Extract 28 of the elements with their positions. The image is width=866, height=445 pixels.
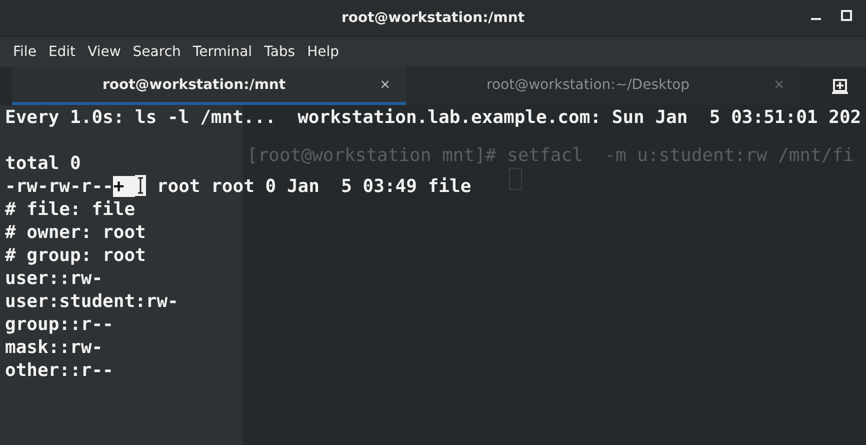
tab-close-button[interactable]: × bbox=[376, 74, 394, 94]
new-tab-icon[interactable] bbox=[832, 78, 848, 94]
terminal-line: user:student:rw- bbox=[5, 291, 178, 312]
window-title: root@workstation:/mnt bbox=[341, 10, 525, 26]
maximize-icon[interactable] bbox=[841, 10, 852, 21]
menu-item[interactable]: Search bbox=[128, 44, 188, 60]
terminal-line: # owner: root bbox=[5, 222, 146, 243]
menu-item[interactable]: Tabs bbox=[259, 44, 302, 60]
terminal-line: mask::rw- bbox=[5, 337, 103, 358]
tab-label: root@workstation:~/Desktop bbox=[486, 76, 691, 92]
menu-item[interactable]: Terminal bbox=[188, 44, 260, 60]
terminal-line: user::rw- bbox=[5, 268, 103, 289]
terminal-tab[interactable]: root@workstation:/mnt × bbox=[12, 67, 406, 105]
terminal-line: other::r-- bbox=[5, 360, 114, 381]
terminal-line: # file: file bbox=[5, 199, 136, 220]
terminal-line: group::r-- bbox=[5, 314, 114, 335]
tab-label: root@workstation:/mnt bbox=[101, 76, 287, 92]
terminal-line: # group: root bbox=[5, 245, 146, 266]
terminal-line: Every 1.0s: ls -l /mnt... workstation.lab.example.com: Sun Jan 5 03:51:01 202 bbox=[5, 107, 862, 128]
menu-item[interactable]: View bbox=[82, 44, 128, 60]
menu-item[interactable]: File bbox=[8, 44, 44, 60]
text-cursor-icon bbox=[135, 175, 146, 196]
terminal-line: total 0 bbox=[5, 153, 81, 174]
terminal-line: root root 0 Jan 5 03:49 file bbox=[156, 176, 472, 197]
menu-item[interactable]: Edit bbox=[43, 44, 83, 60]
selected-text: + bbox=[113, 176, 136, 197]
terminal-line: -rw-rw-r-- bbox=[5, 176, 114, 197]
menu-item[interactable]: Help bbox=[302, 44, 346, 60]
